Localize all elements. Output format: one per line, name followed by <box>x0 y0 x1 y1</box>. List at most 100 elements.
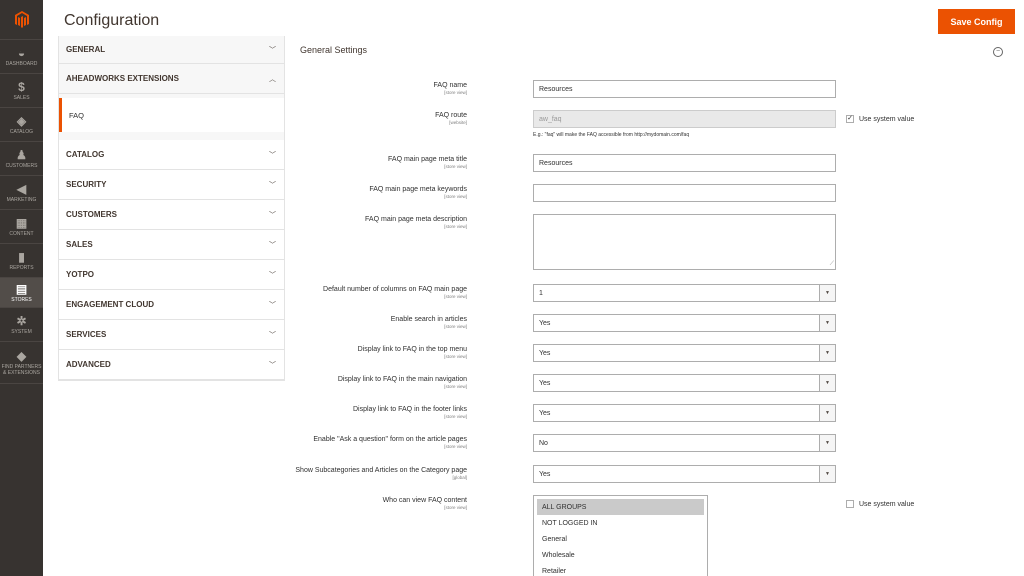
section-label: CATALOG <box>66 150 105 159</box>
nav-customers[interactable]: ♟ CUSTOMERS <box>0 142 43 176</box>
columns-select[interactable]: 1 ▼ <box>533 284 836 302</box>
field-label: FAQ name [store view] <box>433 82 467 95</box>
gear-icon: ✲ <box>16 313 27 328</box>
multiselect-option[interactable]: ALL GROUPS <box>537 499 704 515</box>
chevron-down-icon: ﹀ <box>269 151 276 159</box>
layout-icon: ▦ <box>15 215 28 230</box>
field-label: FAQ main page meta description [store vi… <box>365 216 467 229</box>
chevron-down-icon: ﹀ <box>269 331 276 339</box>
use-system-value-faq-route[interactable]: ✓ Use system value <box>846 115 914 123</box>
ask-question-select[interactable]: No ▼ <box>533 434 836 452</box>
select-arrow-icon: ▼ <box>819 285 835 301</box>
sidebar-item-faq[interactable]: FAQ <box>59 98 284 132</box>
multiselect-option[interactable]: Retailer <box>537 563 704 576</box>
select-arrow-icon: ▼ <box>819 405 835 421</box>
top-menu-select[interactable]: Yes ▼ <box>533 344 836 362</box>
select-arrow-icon: ▼ <box>819 466 835 482</box>
faq-route-input: aw_faq <box>533 110 836 128</box>
meta-title-input[interactable]: Resources <box>533 154 836 172</box>
multiselect-option[interactable]: Wholesale <box>537 547 704 563</box>
person-icon: ♟ <box>16 147 27 162</box>
section-label: ENGAGEMENT CLOUD <box>66 300 154 309</box>
magento-logo[interactable] <box>0 0 43 40</box>
subcategories-select[interactable]: Yes ▼ <box>533 465 836 483</box>
field-label: Display link to FAQ in the main navigati… <box>337 376 467 389</box>
bar-chart-icon: ▮ <box>18 249 25 264</box>
field-label: Enable search in articles [store view] <box>390 316 467 329</box>
nav-catalog[interactable]: ◈ CATALOG <box>0 108 43 142</box>
nav-stores[interactable]: ▤ STORES <box>0 278 43 308</box>
section-label: YOTPO <box>66 270 95 279</box>
checkbox-checked-icon[interactable]: ✓ <box>846 115 854 123</box>
meta-description-textarea[interactable]: ⟋ <box>533 214 836 270</box>
section-customers[interactable]: CUSTOMERS ﹀ <box>59 200 284 230</box>
chevron-down-icon: ﹀ <box>269 241 276 249</box>
megaphone-icon: ◀ <box>16 181 27 196</box>
footer-select[interactable]: Yes ▼ <box>533 404 836 422</box>
use-system-value-who-can-view[interactable]: Use system value <box>846 500 914 508</box>
field-label: Who can view FAQ content [store view] <box>382 497 467 510</box>
resize-handle-icon[interactable]: ⟋ <box>830 261 834 268</box>
field-label: Show Subcategories and Articles on the C… <box>295 467 467 480</box>
collapse-icon[interactable]: − <box>993 47 1003 57</box>
section-label: SALES <box>66 240 93 249</box>
select-arrow-icon: ▼ <box>819 435 835 451</box>
chevron-up-icon: ︿ <box>269 75 276 83</box>
section-sales[interactable]: SALES ﹀ <box>59 230 284 260</box>
nav-content[interactable]: ▦ CONTENT <box>0 210 43 244</box>
chevron-down-icon: ﹀ <box>269 181 276 189</box>
section-advanced[interactable]: ADVANCED ﹀ <box>59 350 284 380</box>
section-label: SERVICES <box>66 330 107 339</box>
field-label: FAQ route [website] <box>435 112 467 125</box>
aheadworks-submenu: FAQ <box>59 94 284 140</box>
section-aheadworks-extensions[interactable]: AHEADWORKS EXTENSIONS ︿ <box>59 64 284 94</box>
chevron-down-icon: ﹀ <box>269 46 276 54</box>
use-system-value-label: Use system value <box>859 115 915 123</box>
save-config-button[interactable]: Save Config <box>938 9 1015 34</box>
page-title: Configuration <box>64 12 160 29</box>
nav-system[interactable]: ✲ SYSTEM <box>0 308 43 342</box>
section-yotpo[interactable]: YOTPO ﹀ <box>59 260 284 290</box>
section-label: SECURITY <box>66 180 107 189</box>
sidebar-item-label: FAQ <box>69 110 85 120</box>
faq-route-note: E.g.: "faq" will make the FAQ accessible… <box>533 132 690 138</box>
section-services[interactable]: SERVICES ﹀ <box>59 320 284 350</box>
config-sidebar-panel: GENERAL ﹀ AHEADWORKS EXTENSIONS ︿ FAQ CA… <box>58 36 285 381</box>
search-select[interactable]: Yes ▼ <box>533 314 836 332</box>
section-engagement-cloud[interactable]: ENGAGEMENT CLOUD ﹀ <box>59 290 284 320</box>
meta-keywords-input[interactable] <box>533 184 836 202</box>
who-can-view-multiselect[interactable]: ALL GROUPS NOT LOGGED IN General Wholesa… <box>533 495 708 576</box>
section-general[interactable]: GENERAL ﹀ <box>59 36 284 64</box>
section-security[interactable]: SECURITY ﹀ <box>59 170 284 200</box>
section-catalog[interactable]: CATALOG ﹀ <box>59 140 284 170</box>
faq-name-input[interactable]: Resources <box>533 80 836 98</box>
field-label: Default number of columns on FAQ main pa… <box>323 286 467 299</box>
main-nav-select[interactable]: Yes ▼ <box>533 374 836 392</box>
field-label: Display link to FAQ in the top menu [sto… <box>357 346 467 359</box>
box-icon: ◈ <box>16 113 27 128</box>
chevron-down-icon: ﹀ <box>269 211 276 219</box>
multiselect-option[interactable]: NOT LOGGED IN <box>537 515 704 531</box>
section-label: ADVANCED <box>66 360 111 369</box>
fieldset-title[interactable]: General Settings <box>300 45 367 55</box>
section-label: GENERAL <box>66 45 106 54</box>
use-system-value-label: Use system value <box>859 500 915 508</box>
magento-logo-icon <box>14 11 29 28</box>
field-label: FAQ main page meta title [store view] <box>388 156 467 169</box>
nav-dashboard[interactable]: ◒ DASHBOARD <box>0 40 43 74</box>
chevron-down-icon: ﹀ <box>269 361 276 369</box>
select-arrow-icon: ▼ <box>819 375 835 391</box>
nav-marketing[interactable]: ◀ MARKETING <box>0 176 43 210</box>
select-arrow-icon: ▼ <box>819 345 835 361</box>
nav-find-partners[interactable]: ◆ FIND PARTNERS & EXTENSIONS <box>0 342 43 384</box>
nav-reports[interactable]: ▮ REPORTS <box>0 244 43 278</box>
field-label: Enable "Ask a question" form on the arti… <box>313 436 467 449</box>
multiselect-option[interactable]: General <box>537 531 704 547</box>
field-label: Display link to FAQ in the footer links … <box>353 406 467 419</box>
dashboard-icon: ◒ <box>17 45 26 60</box>
store-icon: ▤ <box>15 281 28 296</box>
dollar-icon: $ <box>18 79 25 94</box>
checkbox-unchecked-icon[interactable] <box>846 500 854 508</box>
cube-icon: ◆ <box>16 348 27 363</box>
nav-sales[interactable]: $ SALES <box>0 74 43 108</box>
